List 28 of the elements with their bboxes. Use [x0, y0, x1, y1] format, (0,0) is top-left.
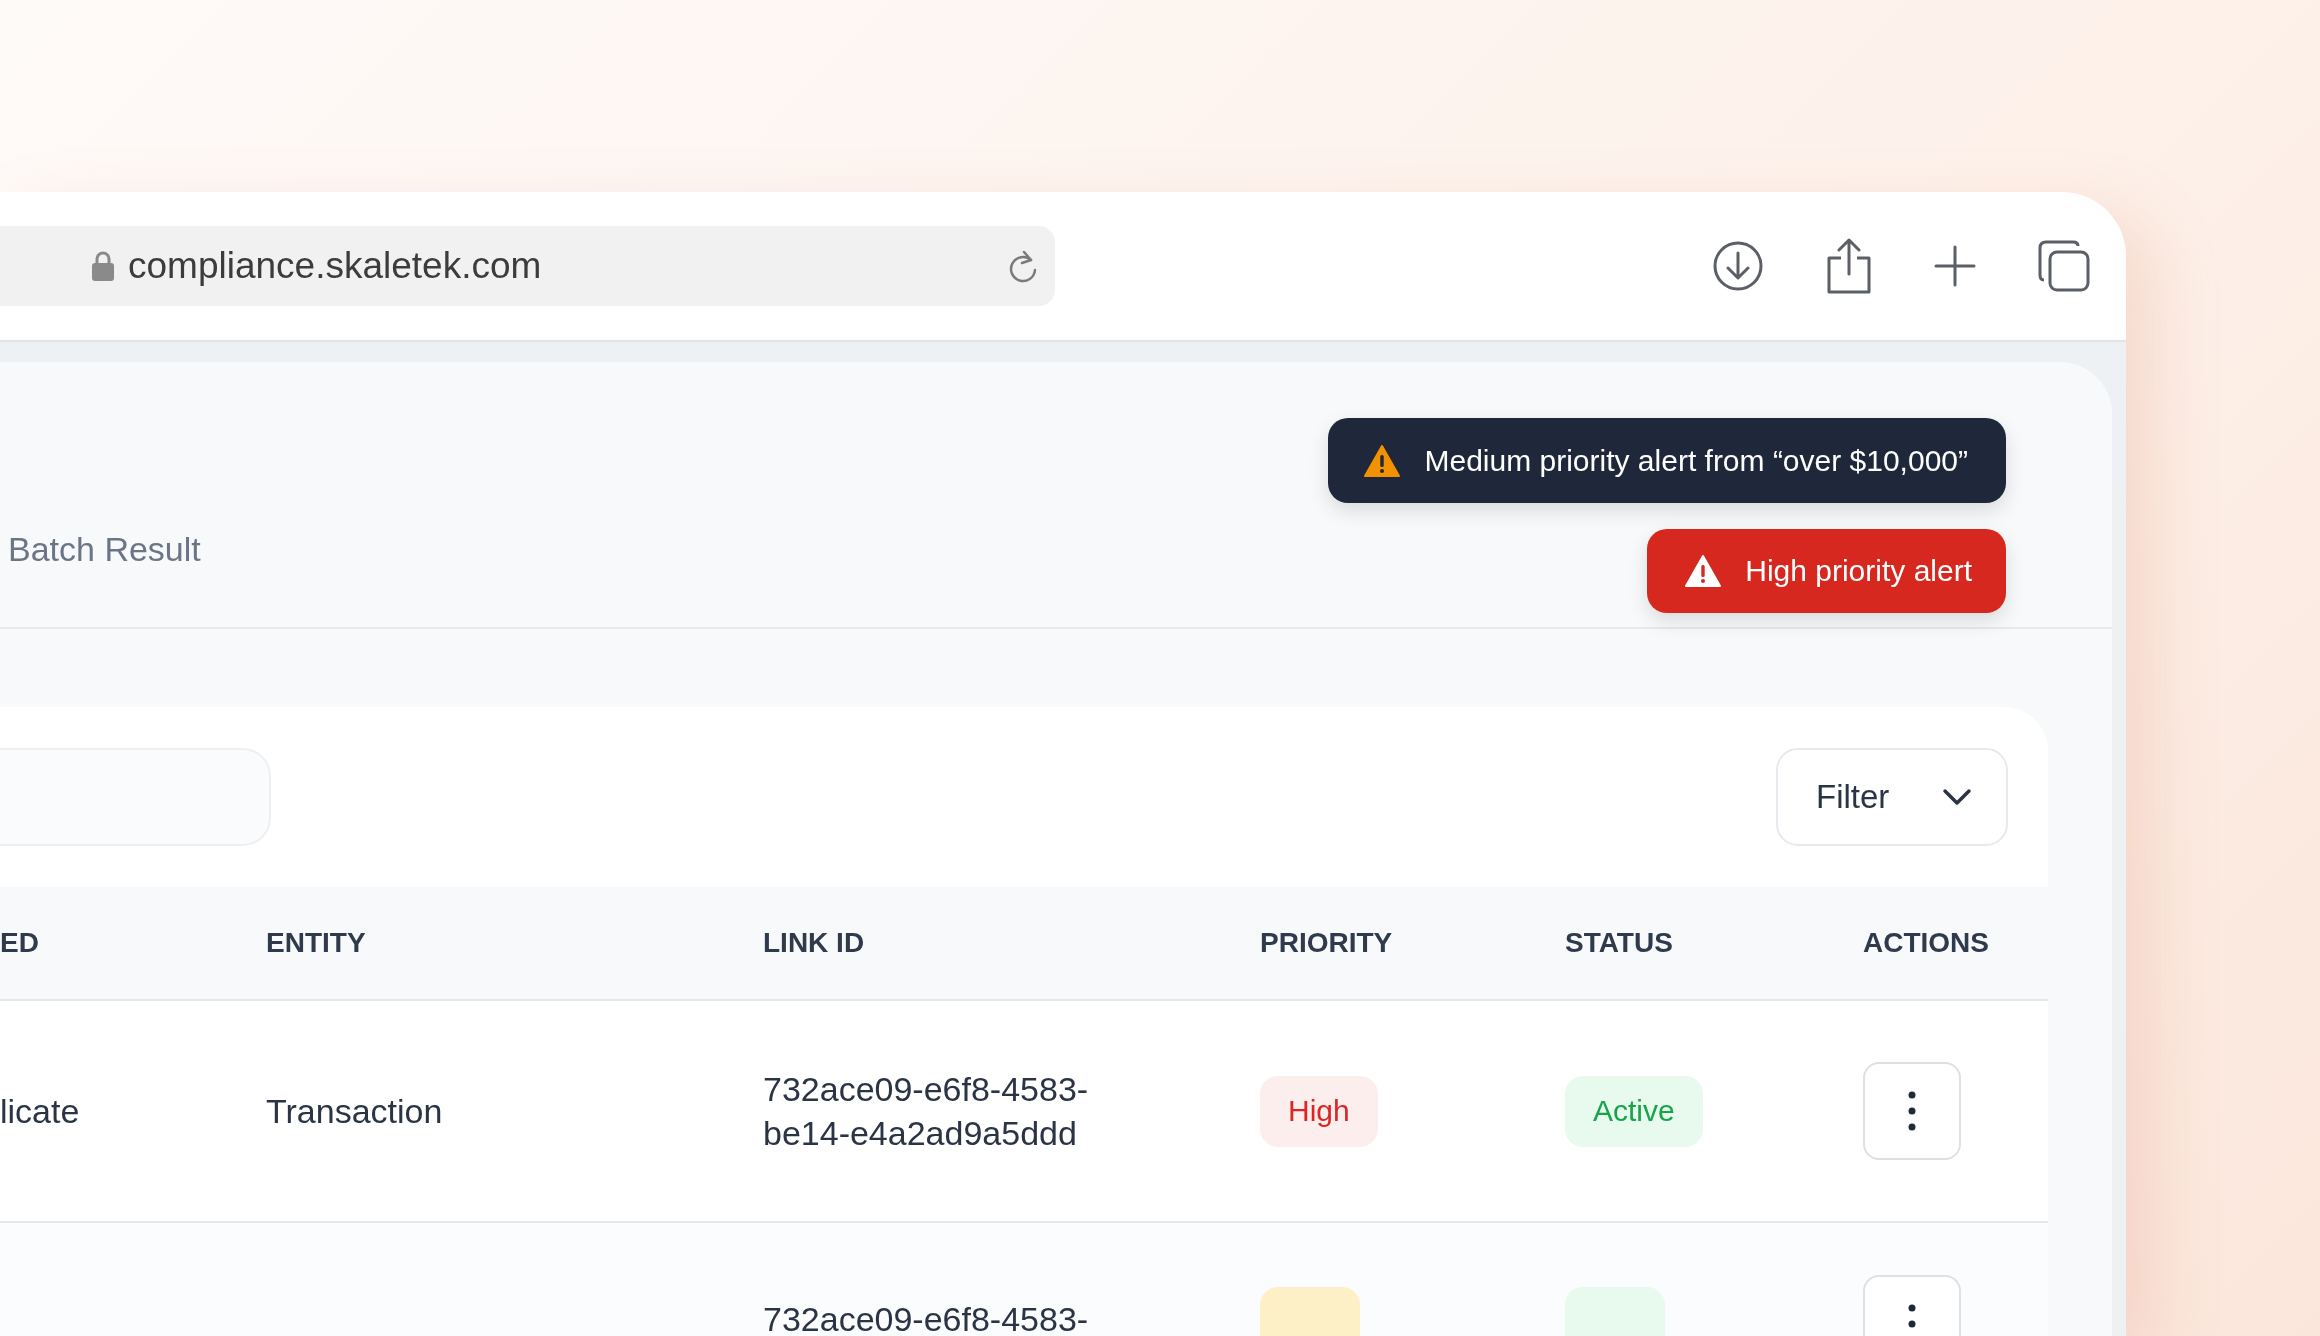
share-icon[interactable]	[1826, 238, 1872, 294]
download-icon[interactable]	[1712, 240, 1764, 292]
column-header: STATUS	[1565, 927, 1674, 959]
filter-button[interactable]: Filter	[1776, 748, 2008, 846]
active-badge: Active	[1565, 1075, 1703, 1147]
alert-text: Medium priority alert from “over $10,000”	[1424, 443, 1968, 478]
column-header: ENTITY	[266, 927, 367, 959]
link-id: 732ace09-e6f8-4583-	[763, 1299, 1090, 1336]
column-header: LINK ID	[763, 927, 866, 959]
column-header: ED	[0, 927, 40, 959]
more-icon	[1908, 1091, 1916, 1131]
lock-icon	[92, 251, 114, 281]
address-bar[interactable]: compliance.skaletek.com	[0, 226, 1055, 306]
alert-text: High priority alert	[1745, 554, 1972, 588]
page-title: Batch Result	[8, 530, 201, 570]
link-id: 732ace09-e6f8-4583-be14-e4a2ad9a5ddd	[763, 1069, 1090, 1154]
column-header: PRIORITY	[1260, 927, 1394, 959]
table-cell: Transaction	[266, 1091, 443, 1130]
warning-icon	[1685, 555, 1722, 587]
chevron-down-icon	[1942, 788, 1972, 806]
url-text: compliance.skaletek.com	[128, 245, 543, 287]
high-badge: High	[1260, 1075, 1378, 1147]
reload-icon[interactable]	[1007, 248, 1039, 284]
new-tab-icon[interactable]	[1934, 245, 1976, 287]
warning-icon	[1364, 444, 1401, 477]
table-cell: licate	[0, 1091, 80, 1130]
column-header: ACTIONS	[1863, 927, 1990, 959]
tabs-icon[interactable]	[2038, 240, 2090, 292]
